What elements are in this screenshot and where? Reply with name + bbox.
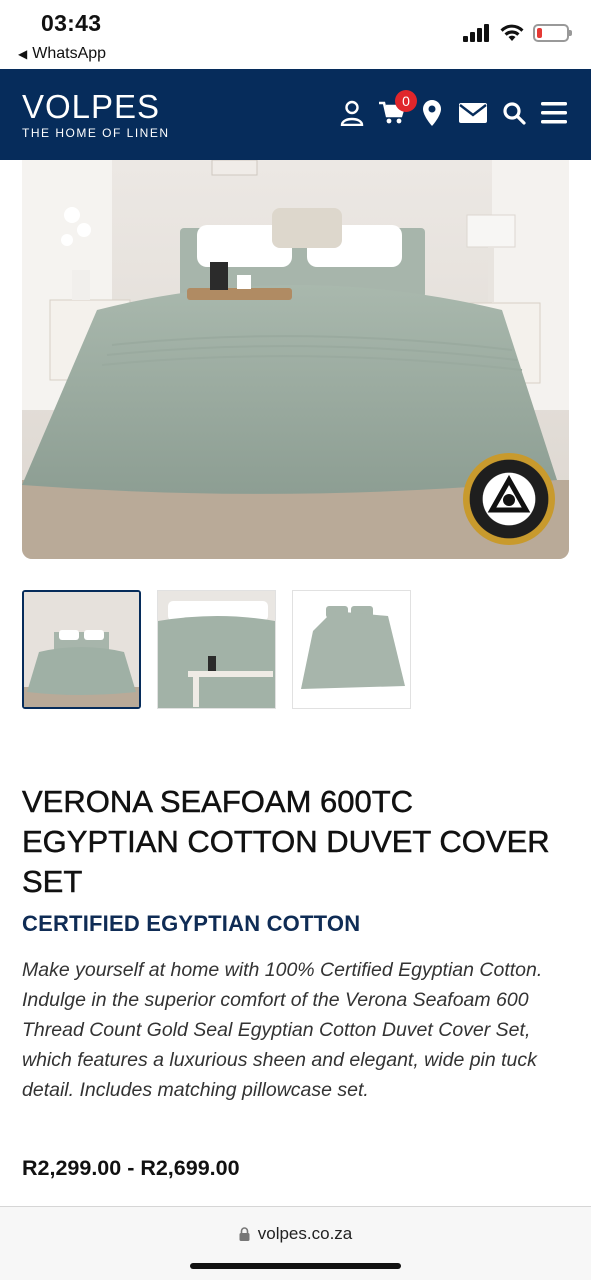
url-text: volpes.co.za [257, 1224, 353, 1243]
menu-button[interactable] [541, 99, 567, 127]
thumbnail-3[interactable] [292, 590, 411, 709]
site-header: VOLPES THE HOME OF LINEN 0 [0, 69, 591, 160]
menu-icon [541, 102, 567, 124]
status-icons [463, 24, 572, 42]
signal-icon [463, 24, 489, 42]
thumbnail-bedroom-image [24, 592, 139, 707]
gold-seal-icon [485, 474, 533, 523]
brand-logo[interactable]: VOLPES THE HOME OF LINEN [22, 88, 170, 141]
battery-low-icon [533, 24, 572, 42]
product-title: VERONA SEAFOAM 600TC EGYPTIAN COTTON DUV… [22, 784, 550, 900]
location-pin-icon [423, 100, 441, 126]
product-price-range: R2,299.00 - R2,699.00 [22, 1156, 240, 1180]
back-to-app-link[interactable]: ◀ WhatsApp [18, 45, 106, 63]
lock-icon [239, 1227, 250, 1241]
product-main-image[interactable] [22, 160, 569, 559]
brand-tagline: THE HOME OF LINEN [22, 126, 170, 140]
brand-name: VOLPES [22, 88, 161, 125]
gold-seal-badge [463, 453, 555, 545]
mail-icon [459, 103, 487, 123]
status-bar: 03:43 ◀ WhatsApp [0, 0, 591, 69]
contact-mail-button[interactable] [459, 99, 487, 127]
thumbnail-1[interactable] [22, 590, 141, 709]
header-actions: 0 [339, 90, 567, 127]
thumbnail-strip [22, 590, 411, 709]
home-indicator[interactable] [190, 1263, 401, 1269]
thumbnail-closeup-image [158, 591, 275, 708]
back-arrow-icon: ◀ [18, 47, 28, 61]
product-subtitle: CERTIFIED EGYPTIAN COTTON [22, 911, 361, 936]
status-time: 03:43 [41, 10, 102, 36]
account-button[interactable] [339, 99, 365, 127]
thumbnail-2[interactable] [157, 590, 276, 709]
account-icon [340, 100, 364, 126]
url-display[interactable]: volpes.co.za [0, 1224, 591, 1244]
store-locator-button[interactable] [419, 99, 445, 127]
thumbnail-flatlay-image [293, 591, 410, 708]
search-icon [503, 102, 526, 125]
search-button[interactable] [501, 99, 527, 127]
cart-button[interactable]: 0 [379, 90, 417, 127]
back-app-label: WhatsApp [32, 45, 107, 62]
wifi-icon [500, 24, 524, 41]
cart-count-badge: 0 [395, 90, 417, 112]
product-description: Make yourself at home with 100% Certifie… [22, 959, 543, 1101]
browser-address-bar[interactable]: volpes.co.za [0, 1206, 591, 1280]
